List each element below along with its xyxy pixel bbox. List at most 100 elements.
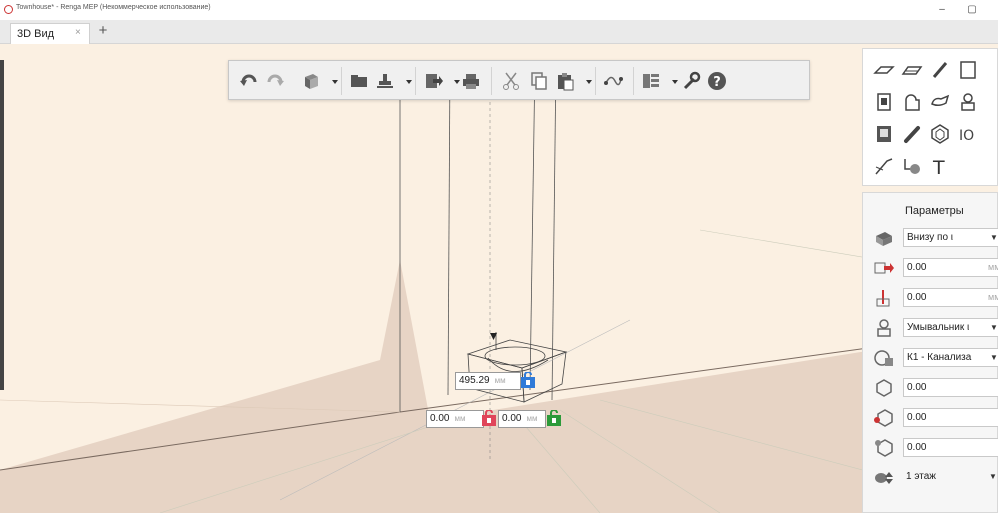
y-value: 0.00: [502, 413, 522, 424]
view-cube-icon[interactable]: [301, 71, 321, 91]
export-dropdown-icon[interactable]: [447, 71, 460, 91]
app-icon: [4, 5, 13, 14]
line-tool-icon[interactable]: [873, 155, 895, 177]
offset-x-input[interactable]: 0.00 мм: [903, 258, 998, 277]
style-value: Умывальник ι: [907, 322, 970, 333]
fixture-tool-icon[interactable]: [901, 91, 923, 113]
cut-icon[interactable]: [501, 71, 521, 91]
copy-icon[interactable]: [529, 71, 549, 91]
level-select[interactable]: 1 этаж ▼: [903, 468, 998, 487]
rotate-y-icon: [873, 408, 895, 428]
chevron-down-icon: ▼: [989, 472, 997, 481]
rotate-z-value: 0.00: [907, 442, 927, 453]
lock-y-icon[interactable]: [546, 410, 562, 426]
paste-icon[interactable]: [555, 71, 575, 91]
paste-dropdown-icon[interactable]: [579, 71, 592, 91]
rotate-y-input[interactable]: 0.00: [903, 408, 998, 427]
param-row-style: Умывальник ι ▼: [863, 317, 998, 339]
minimize-button[interactable]: –: [932, 2, 952, 18]
placement-value: Внизу по ι: [907, 232, 954, 243]
offset-z-value: 0.00: [907, 292, 927, 303]
height-dimension-input[interactable]: 495.29 мм: [455, 372, 521, 390]
x-offset-input[interactable]: 0.00 мм: [426, 410, 484, 428]
duct-tool-icon[interactable]: [957, 59, 979, 81]
offset-x-icon: [873, 258, 895, 278]
system-value: К1 - Канализа: [907, 352, 972, 363]
folder-icon[interactable]: [349, 71, 369, 91]
rotate-x-value: 0.00: [907, 382, 927, 393]
offset-z-input[interactable]: 0.00 мм: [903, 288, 998, 307]
x-value: 0.00: [430, 413, 450, 424]
redo-icon[interactable]: [265, 71, 285, 91]
height-value: 495.29: [459, 375, 490, 386]
layers-dropdown-icon[interactable]: [665, 71, 678, 91]
tab-3d-view[interactable]: 3D Вид ×: [10, 23, 90, 44]
close-tab-icon[interactable]: ×: [75, 27, 81, 38]
pen-tool-icon[interactable]: [929, 59, 951, 81]
offset-z-unit: мм: [988, 292, 998, 302]
lock-height-icon[interactable]: [520, 372, 536, 388]
system-icon: [873, 348, 895, 368]
washbasin-icon: [873, 318, 895, 338]
io-tool-icon[interactable]: IO: [957, 123, 979, 145]
param-row-rotate-3: 0.00: [863, 437, 998, 459]
offset-x-value: 0.00: [907, 262, 927, 273]
svg-text:T: T: [932, 157, 945, 177]
style-select[interactable]: Умывальник ι ▼: [903, 318, 998, 337]
offset-z-icon: [873, 288, 895, 308]
valve-tool-icon[interactable]: [929, 91, 951, 113]
stamp-icon[interactable]: [375, 71, 395, 91]
system-select[interactable]: К1 - Канализа ▼: [903, 348, 998, 367]
level-icon: [873, 468, 895, 488]
chevron-down-icon: ▼: [990, 353, 998, 362]
rotate-z-input[interactable]: 0.00: [903, 438, 998, 457]
placement-select[interactable]: Внизу по ι ▼: [903, 228, 998, 247]
pipe-fitting-tool-icon[interactable]: [957, 91, 979, 113]
y-unit: мм: [526, 414, 538, 423]
text-tool-icon[interactable]: T: [929, 155, 951, 177]
svg-text:IO: IO: [959, 128, 974, 144]
layers-icon[interactable]: [641, 71, 661, 91]
main-toolbar: ?: [228, 60, 810, 100]
view-cube-dropdown-icon[interactable]: [325, 71, 338, 91]
y-offset-input[interactable]: 0.00 мм: [498, 410, 546, 428]
param-row-rotate-2: 0.00: [863, 407, 998, 429]
x-unit: мм: [454, 414, 466, 423]
window-title-bar: Townhouse* - Renga MEP (Некоммерческое и…: [0, 0, 998, 20]
restore-button[interactable]: ▢: [962, 2, 982, 18]
rotate-x-icon: [873, 378, 895, 398]
parameters-panel: Параметры Внизу по ι ▼ 0.00 мм 0.00 мм Умыв…: [862, 192, 998, 513]
brush-tool-icon[interactable]: [901, 123, 923, 145]
param-row-level: 1 этаж ▼: [863, 467, 998, 489]
chevron-down-icon: ▼: [990, 323, 998, 332]
plate-tool-icon[interactable]: [901, 59, 923, 81]
export-icon[interactable]: [423, 71, 443, 91]
rotate-x-input[interactable]: 0.00: [903, 378, 998, 397]
param-row-system: К1 - Канализа ▼: [863, 347, 998, 369]
add-tab-button[interactable]: +: [95, 22, 111, 40]
print-icon[interactable]: [461, 71, 481, 91]
param-row-rotate-1: 0.00: [863, 377, 998, 399]
window-title: Townhouse* - Renga MEP (Некоммерческое и…: [16, 4, 211, 11]
placement-icon: [873, 228, 895, 248]
param-row-offset-2: 0.00 мм: [863, 287, 998, 309]
slab-tool-icon[interactable]: [873, 59, 895, 81]
viewport-3d[interactable]: [0, 45, 998, 513]
wrench-icon[interactable]: [681, 71, 701, 91]
tab-label: 3D Вид: [17, 28, 55, 40]
rotate-y-value: 0.00: [907, 412, 927, 423]
axis-tool-icon[interactable]: [901, 155, 923, 177]
snap-icon[interactable]: [603, 71, 623, 91]
hexagon-tool-icon[interactable]: [929, 123, 951, 145]
level-value: 1 этаж: [906, 471, 936, 482]
undo-icon[interactable]: [239, 71, 259, 91]
rotate-z-icon: [873, 438, 895, 458]
equipment-tool-icon[interactable]: [873, 91, 895, 113]
cabinet-tool-icon[interactable]: [873, 123, 895, 145]
help-icon[interactable]: ?: [707, 71, 727, 91]
lock-x-icon[interactable]: [481, 410, 497, 426]
height-unit: мм: [494, 376, 506, 385]
param-row-placement: Внизу по ι ▼: [863, 227, 998, 249]
offset-x-unit: мм: [988, 262, 998, 272]
stamp-dropdown-icon[interactable]: [399, 71, 412, 91]
